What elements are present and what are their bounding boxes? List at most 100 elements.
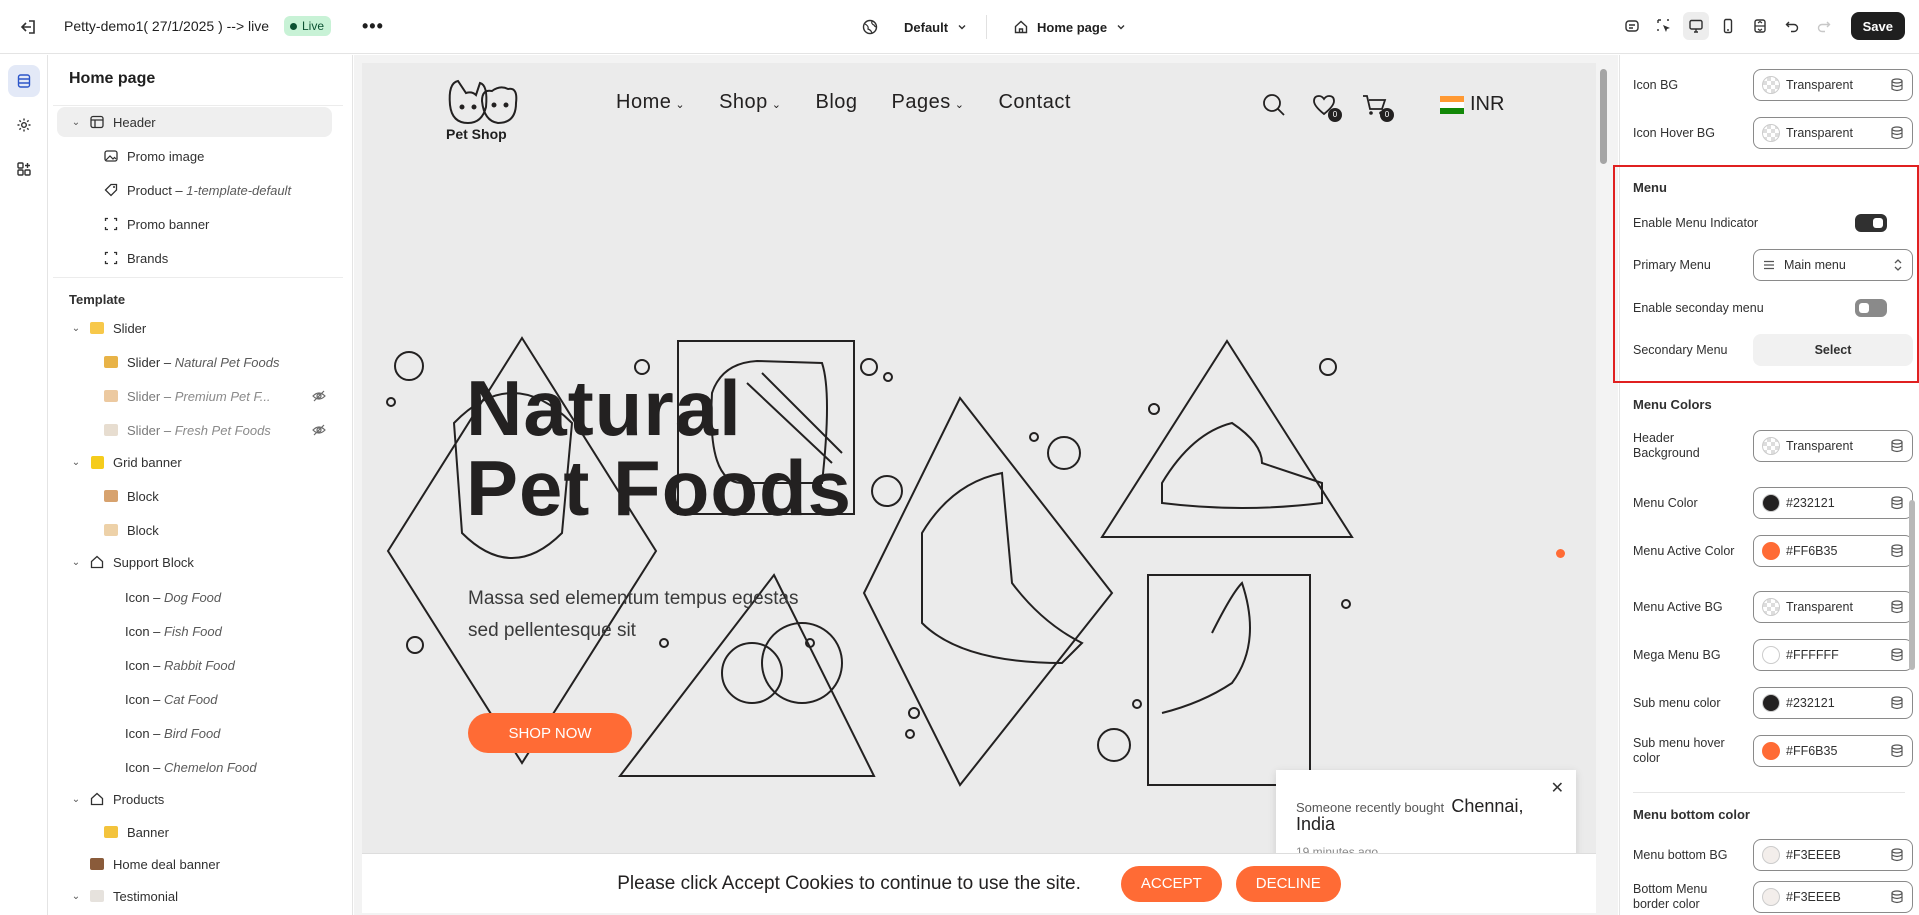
layer-products[interactable]: ⌄ Products: [53, 784, 336, 814]
inspector-icon[interactable]: [1619, 12, 1645, 40]
decline-button[interactable]: DECLINE: [1235, 865, 1341, 902]
layer-banner[interactable]: Banner: [53, 817, 336, 847]
full-width-icon[interactable]: [1747, 12, 1773, 40]
exit-icon[interactable]: [18, 17, 38, 37]
layer-block[interactable]: Block: [53, 515, 336, 545]
database-icon[interactable]: [1890, 696, 1904, 713]
database-icon[interactable]: [1890, 890, 1904, 907]
layer-brands[interactable]: Brands: [53, 243, 336, 273]
apps-icon[interactable]: [8, 153, 40, 185]
more-options-button[interactable]: •••: [362, 16, 384, 37]
layer-icon-bird[interactable]: Icon – Bird Food: [53, 718, 336, 748]
chevron-down-icon[interactable]: ⌄: [69, 557, 83, 568]
desktop-view-icon[interactable]: [1682, 12, 1709, 40]
layer-icon-chemelon[interactable]: Icon – Chemelon Food: [53, 752, 336, 782]
layer-icon-dog[interactable]: Icon – Dog Food: [53, 582, 336, 612]
chevron-down-icon[interactable]: ⌄: [69, 457, 83, 468]
layer-slider[interactable]: ⌄ Slider: [53, 313, 336, 343]
database-icon[interactable]: [1890, 544, 1904, 561]
setting-label: Icon Hover BG: [1633, 125, 1715, 140]
header-background-input[interactable]: Transparent: [1753, 430, 1913, 462]
database-icon[interactable]: [1890, 848, 1904, 865]
layer-slide-fresh[interactable]: Slider – Fresh Pet Foods: [53, 415, 336, 445]
sub-menu-hover-color-setting: Sub menu hover color #FF6B35: [1633, 734, 1913, 768]
layer-home-deal-banner[interactable]: Home deal banner: [53, 849, 336, 879]
currency-selector[interactable]: INR: [1440, 93, 1504, 116]
cart-icon[interactable]: 0: [1362, 94, 1394, 122]
search-icon[interactable]: [1262, 93, 1286, 120]
accept-button[interactable]: ACCEPT: [1120, 865, 1222, 902]
nav-contact[interactable]: Contact: [998, 91, 1070, 114]
layer-slide-premium[interactable]: Slider – Premium Pet F...: [53, 381, 336, 411]
layer-grid-banner[interactable]: ⌄ Grid banner: [53, 447, 336, 477]
layer-icon-cat[interactable]: Icon – Cat Food: [53, 684, 336, 714]
layer-promo-banner[interactable]: Promo banner: [53, 209, 336, 239]
input-value: Transparent: [1786, 439, 1853, 453]
layer-product[interactable]: Product – 1-template-default: [53, 175, 336, 205]
eye-off-icon[interactable]: [312, 389, 326, 406]
settings-scrollbar[interactable]: [1909, 500, 1915, 670]
theme-selector[interactable]: Default: [862, 14, 968, 40]
database-icon[interactable]: [1890, 439, 1904, 456]
layer-sublabel: Cat Food: [164, 691, 218, 707]
wishlist-icon[interactable]: 0: [1312, 94, 1342, 122]
nav-shop[interactable]: Shop ⌄: [719, 91, 781, 114]
layer-sublabel: Fresh Pet Foods: [174, 422, 271, 438]
database-icon[interactable]: [1890, 600, 1904, 617]
database-icon[interactable]: [1890, 78, 1904, 95]
divider: [1633, 792, 1905, 793]
bottom-menu-border-color-input[interactable]: #F3EEEB: [1753, 881, 1913, 913]
layer-header[interactable]: ⌄ Header: [57, 107, 332, 137]
menu-active-color-input[interactable]: #FF6B35: [1753, 535, 1913, 567]
icon-hover-bg-setting: Icon Hover BG Transparent: [1633, 116, 1913, 150]
layer-promo-image[interactable]: Promo image: [53, 141, 336, 171]
left-rail: [0, 55, 48, 915]
menu-active-bg-input[interactable]: Transparent: [1753, 591, 1913, 623]
layer-sublabel: Premium Pet F...: [174, 388, 271, 404]
layer-label: Icon –: [125, 759, 161, 775]
database-icon[interactable]: [1890, 648, 1904, 665]
layer-icon-fish[interactable]: Icon – Fish Food: [53, 616, 336, 646]
nav-home[interactable]: Home ⌄: [616, 91, 685, 114]
chevron-down-icon[interactable]: ⌄: [69, 891, 83, 902]
sections-icon[interactable]: [8, 65, 40, 97]
save-button[interactable]: Save: [1850, 12, 1905, 40]
slider-dot[interactable]: [1556, 549, 1565, 558]
menu-bottom-bg-input[interactable]: #F3EEEB: [1753, 839, 1913, 871]
layer-icon-rabbit[interactable]: Icon – Rabbit Food: [53, 650, 336, 680]
image-thumb-icon: [103, 824, 119, 840]
mega-menu-bg-input[interactable]: #FFFFFF: [1753, 639, 1913, 671]
chevron-down-icon[interactable]: ⌄: [69, 117, 83, 128]
input-value: #FF6B35: [1786, 744, 1838, 758]
canvas-scrollbar[interactable]: [1600, 69, 1607, 164]
chevron-down-icon: ⌄: [675, 99, 686, 111]
database-icon[interactable]: [1890, 126, 1904, 143]
layer-block[interactable]: Block: [53, 481, 336, 511]
sub-menu-color-input[interactable]: #232121: [1753, 687, 1913, 719]
layer-label: Slider –: [127, 422, 172, 438]
mobile-view-icon[interactable]: [1715, 12, 1741, 40]
menu-color-input[interactable]: #232121: [1753, 487, 1913, 519]
close-icon[interactable]: ✕: [1551, 778, 1564, 798]
undo-icon[interactable]: [1779, 12, 1805, 40]
icon-hover-bg-input[interactable]: Transparent: [1753, 117, 1913, 149]
database-icon[interactable]: [1890, 496, 1904, 513]
eye-off-icon[interactable]: [312, 423, 326, 440]
page-selector[interactable]: Home page: [1013, 14, 1127, 40]
icon-bg-input[interactable]: Transparent: [1753, 69, 1913, 101]
layer-support-block[interactable]: ⌄ Support Block: [53, 547, 336, 577]
layer-testimonial[interactable]: ⌄ Testimonial: [53, 881, 336, 911]
nav-pages[interactable]: Pages ⌄: [892, 91, 965, 114]
shop-now-button[interactable]: SHOP NOW: [468, 713, 632, 753]
redo-icon[interactable]: [1811, 12, 1837, 40]
database-icon[interactable]: [1890, 744, 1904, 761]
select-tool-icon[interactable]: [1651, 12, 1677, 40]
chevron-down-icon[interactable]: ⌄: [69, 323, 83, 334]
chevron-down-icon[interactable]: ⌄: [69, 794, 83, 805]
layer-slide-natural[interactable]: Slider – Natural Pet Foods: [53, 347, 336, 377]
sub-menu-hover-color-input[interactable]: #FF6B35: [1753, 735, 1913, 767]
gear-icon[interactable]: [8, 109, 40, 141]
menu-bottom-color-title: Menu bottom color: [1633, 807, 1750, 822]
setting-label: Bottom Menu border color: [1633, 882, 1708, 911]
nav-blog[interactable]: Blog: [816, 91, 858, 114]
